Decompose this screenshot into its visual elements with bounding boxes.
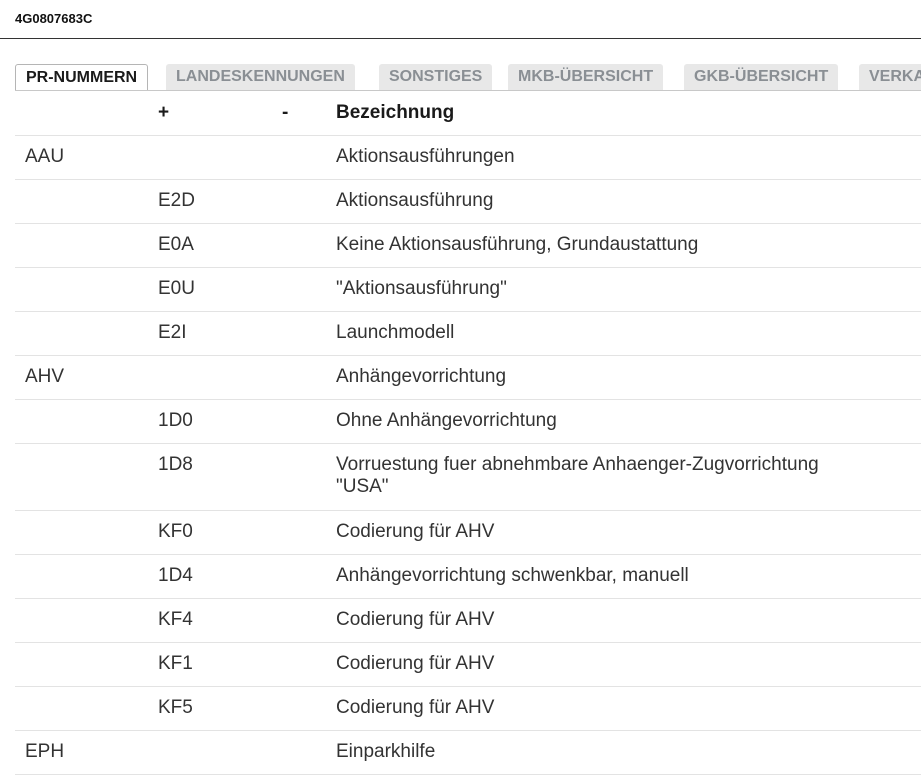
table-body: AAU Aktionsausführungen E2D Aktionsausführu… [15,136,921,775]
row-description: Einparkhilfe [336,741,436,762]
table-row: KF4 Codierung für AHV [15,599,921,643]
tab-verkaufstypen[interactable]: VERKAUFSTYPEN [859,64,921,90]
page-header: 4G0807683C [0,0,921,39]
tab-mkb-uebersicht[interactable]: MKB-ÜBERSICHT [508,64,664,90]
group-row: AAU Aktionsausführungen [15,136,921,180]
row-plus-code: E0A [158,234,194,255]
column-header-minus: - [282,102,289,123]
tab-sonstiges[interactable]: SONSTIGES [379,64,493,90]
column-header-bezeichnung: Bezeichnung [336,102,455,123]
tab-gkb-uebersicht[interactable]: GKB-ÜBERSICHT [684,64,839,90]
table-row: KF0 Codierung für AHV [15,511,921,555]
row-plus-code: E2D [158,190,195,211]
table-header-row: + - Bezeichnung [15,92,921,136]
table-row: E2D Aktionsausführung [15,180,921,224]
table-row: E2I Launchmodell [15,312,921,356]
table-row: KF1 Codierung für AHV [15,643,921,687]
column-header-plus: + [158,102,170,123]
group-row: EPH Einparkhilfe [15,731,921,775]
row-plus-code: KF1 [158,653,193,674]
row-description: "Aktionsausführung" [336,278,507,299]
row-description: Vorruestung fuer abnehmbare Anhaenger-Zu… [336,454,819,497]
table-row: E0A Keine Aktionsausführung, Grundaustatt… [15,224,921,268]
table-row: 1D0 Ohne Anhängevorrichtung [15,400,921,444]
row-description: Anhängevorrichtung schwenkbar, manuell [336,565,689,586]
row-plus-code: 1D8 [158,454,193,475]
table-row: E0U "Aktionsausführung" [15,268,921,312]
table-row: KF5 Codierung für AHV [15,687,921,731]
part-number-title: 4G0807683C [15,11,93,26]
row-plus-code: KF5 [158,697,193,718]
table-row: 1D8 Vorruestung fuer abnehmbare Anhaenger… [15,444,921,511]
row-description: Anhängevorrichtung [336,366,507,387]
row-description: Aktionsausführung [336,190,494,211]
row-code: AHV [25,366,65,387]
row-description: Codierung für AHV [336,521,495,542]
row-plus-code: KF4 [158,609,193,630]
row-code: AAU [25,146,65,167]
row-plus-code: E2I [158,322,187,343]
row-description: Ohne Anhängevorrichtung [336,410,557,431]
row-description: Keine Aktionsausführung, Grundaustattung [336,234,699,255]
row-plus-code: KF0 [158,521,193,542]
row-description: Codierung für AHV [336,653,495,674]
pr-number-table: + - Bezeichnung AAU Aktionsausführungen E2… [15,92,921,775]
tab-bar: PR-NUMMERN LANDESKENNUNGEN SONSTIGES MKB… [15,64,921,91]
row-plus-code: 1D4 [158,565,193,586]
row-plus-code: E0U [158,278,195,299]
row-description: Aktionsausführungen [336,146,515,167]
group-row: AHV Anhängevorrichtung [15,356,921,400]
row-description: Launchmodell [336,322,455,343]
row-description: Codierung für AHV [336,697,495,718]
row-description: Codierung für AHV [336,609,495,630]
tab-landeskennungen[interactable]: LANDESKENNUNGEN [166,64,355,90]
row-code: EPH [25,741,65,762]
row-plus-code: 1D0 [158,410,193,431]
table-row: 1D4 Anhängevorrichtung schwenkbar, manuel… [15,555,921,599]
tab-pr-nummern[interactable]: PR-NUMMERN [15,64,149,90]
